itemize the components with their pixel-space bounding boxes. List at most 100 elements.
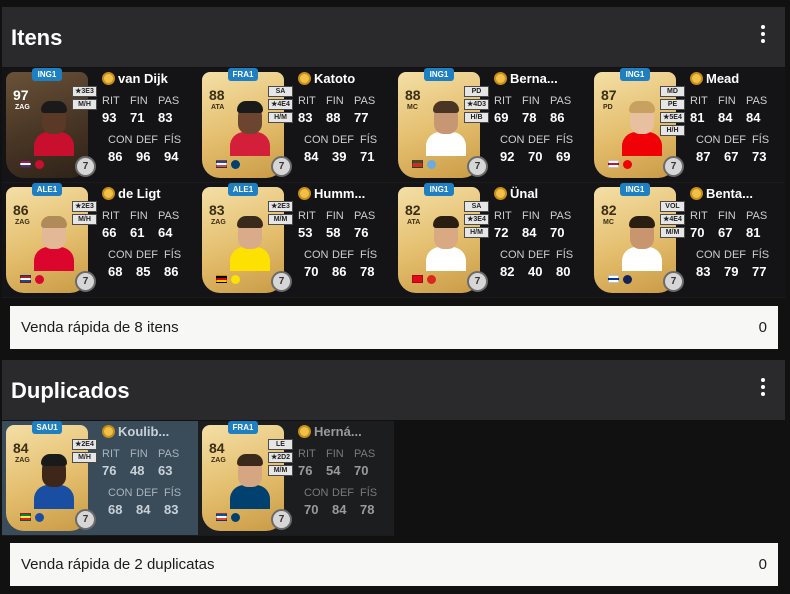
player-name-row: van Dijk [102, 70, 197, 86]
stat-label: CON [108, 487, 133, 499]
card-attribute-box: M/H [72, 452, 97, 463]
stat-label: CON [500, 249, 525, 261]
player-item[interactable]: 97 ZAG ING1 ★3E3 M/H 7 van Dijk RIT FIN P… [2, 68, 198, 182]
quick-sell-label: Venda rápida de 2 duplicatas [21, 556, 215, 573]
stat-label: RIT [494, 95, 512, 107]
player-stats: RIT FIN PAS 66 61 64 CON DEF FÍS 68 85 8… [102, 210, 194, 281]
untradeable-coin-icon [494, 71, 507, 85]
card-attribute-box: H/B [464, 112, 489, 123]
nation-flag-icon [216, 275, 227, 283]
untradeable-coin-icon [102, 424, 115, 438]
stat-value: 70 [690, 225, 705, 240]
section-title: Duplicados [11, 378, 130, 403]
card-position: ZAG [15, 219, 30, 226]
stat-value: 86 [108, 149, 123, 164]
quick-sell-duplicates-button[interactable]: Venda rápida de 2 duplicatas 0 [10, 543, 778, 586]
untradeable-coin-icon [102, 71, 115, 85]
league-badge: ING1 [424, 183, 454, 196]
card-position: MC [603, 219, 614, 226]
player-item[interactable]: 87 PD ING1 MD PE ★5E4 H/H 7 Mead RIT FIN PA… [590, 68, 786, 182]
card-rating: 83 [209, 202, 225, 218]
stat-label: FIN [326, 95, 344, 107]
card-attribute-box: M/H [72, 99, 97, 110]
player-item[interactable]: 84 ZAG FRA1 LE ★2D2 M/M 7 Herná... RIT FIN… [198, 421, 394, 535]
stat-value: 72 [494, 225, 509, 240]
card-attribute-box: ★4E4 [268, 99, 293, 110]
card-rating: 88 [405, 87, 421, 103]
card-attribute-box: M/M [268, 214, 293, 225]
items-section-header: Itens [2, 7, 785, 67]
stat-label: FÍS [752, 134, 770, 146]
stat-label: RIT [102, 95, 120, 107]
card-rating: 97 [13, 87, 29, 103]
card-attribute-box: ★4D3 [464, 99, 489, 110]
player-name: Mead [706, 70, 740, 86]
player-item[interactable]: 86 ZAG ALE1 ★2E3 M/H 7 de Ligt RIT FIN PA… [2, 183, 198, 297]
stat-label: CON [108, 249, 133, 261]
stat-label: CON [696, 134, 721, 146]
stat-value: 66 [102, 225, 117, 240]
player-name: Katoto [314, 70, 356, 86]
player-item[interactable]: 84 ZAG SAU1 ★2E4 M/H 7 Koulib... RIT FIN … [2, 421, 198, 535]
player-item[interactable]: 88 MC ING1 PD ★4D3 H/B 7 Berna... RIT FIN … [394, 68, 590, 182]
stat-value: 84 [304, 149, 319, 164]
stat-value: 64 [158, 225, 173, 240]
card-position: ZAG [15, 457, 30, 464]
player-name-row: de Ligt [102, 185, 197, 201]
stat-value: 76 [102, 463, 117, 478]
stat-value: 92 [500, 149, 515, 164]
quick-sell-items-button[interactable]: Venda rápida de 8 itens 0 [10, 306, 778, 349]
duplicates-section-header: Duplicados [2, 360, 785, 420]
more-options-icon[interactable] [759, 378, 767, 396]
player-name-row: Herná... [298, 423, 393, 439]
stat-value: 78 [360, 502, 375, 517]
card-attribute-box: VOL [660, 201, 685, 212]
league-badge: ING1 [620, 183, 650, 196]
club-crest-icon [427, 160, 436, 169]
stat-value: 78 [360, 264, 375, 279]
player-name-row: Humm... [298, 185, 393, 201]
player-stats: RIT FIN PAS 53 58 76 CON DEF FÍS 70 86 7… [298, 210, 390, 281]
stat-label: FIN [718, 210, 736, 222]
card-rating: 84 [13, 440, 29, 456]
stat-label: PAS [158, 448, 180, 460]
card-position: ZAG [15, 104, 30, 111]
player-name-row: Ünal [494, 185, 589, 201]
stat-value: 83 [158, 110, 173, 125]
league-badge: FRA1 [228, 421, 258, 434]
stat-label: CON [500, 134, 525, 146]
stat-label: PAS [746, 95, 768, 107]
more-options-icon[interactable] [759, 25, 767, 43]
card-attribute-box: PD [464, 86, 489, 97]
stat-label: FIN [130, 448, 148, 460]
stat-value: 88 [326, 110, 341, 125]
stat-label: RIT [494, 210, 512, 222]
player-item[interactable]: 88 ATA FRA1 SA ★4E4 H/M 7 Katoto RIT FIN P… [198, 68, 394, 182]
player-item[interactable]: 83 ZAG ALE1 ★2E3 M/M 7 Humm... RIT FIN PA… [198, 183, 394, 297]
league-badge: FRA1 [228, 68, 258, 81]
player-stats: RIT FIN PAS 81 84 84 CON DEF FÍS 87 67 7… [690, 95, 782, 166]
player-portrait [424, 98, 468, 156]
stat-label: FÍS [752, 249, 770, 261]
stat-label: PAS [158, 95, 180, 107]
stat-label: CON [304, 487, 329, 499]
card-attribute-box: MD [660, 86, 685, 97]
club-crest-icon [231, 160, 240, 169]
player-item[interactable]: 82 MC ING1 VOL ★4E4 M/M 7 Benta... RIT FIN… [590, 183, 786, 297]
section-title: Itens [11, 25, 63, 50]
card-position: PD [603, 104, 613, 111]
player-stats: RIT FIN PAS 76 54 70 CON DEF FÍS 70 84 7… [298, 448, 390, 519]
stat-value: 84 [746, 110, 761, 125]
stat-value: 67 [724, 149, 739, 164]
stat-value: 70 [550, 225, 565, 240]
stat-label: FIN [130, 210, 148, 222]
club-crest-icon [35, 513, 44, 522]
stat-value: 85 [136, 264, 151, 279]
club-crest-icon [231, 513, 240, 522]
stat-label: PAS [550, 210, 572, 222]
player-item[interactable]: 82 ATA ING1 SA ★3E4 H/M 7 Ünal RIT FIN PAS [394, 183, 590, 297]
stat-value: 86 [332, 264, 347, 279]
player-name: Koulib... [118, 423, 170, 439]
stat-label: DEF [528, 134, 550, 146]
card-attribute-box: H/M [268, 112, 293, 123]
